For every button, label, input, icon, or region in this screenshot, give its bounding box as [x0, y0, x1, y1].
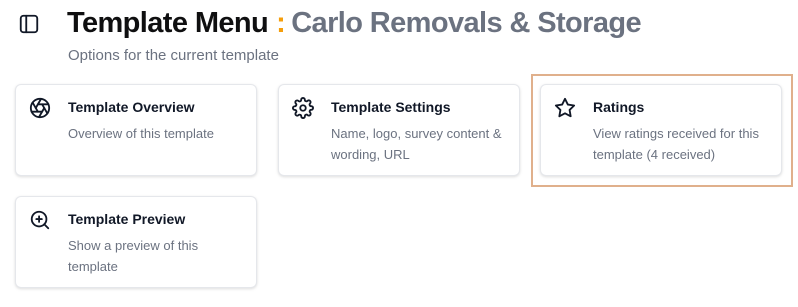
sidebar-toggle-icon[interactable] — [17, 12, 41, 36]
card-description: Overview of this template — [68, 126, 214, 141]
zoom-in-icon — [29, 209, 51, 231]
card-description: View ratings received for this template … — [593, 126, 759, 162]
page-title: Template Menu: Carlo Removals & Storage — [67, 3, 642, 43]
card-title: Template Preview — [68, 211, 186, 227]
card-title: Template Overview — [68, 99, 195, 115]
page-title-separator: : — [276, 7, 286, 39]
card-title: Template Settings — [331, 99, 451, 115]
card-description: Name, logo, survey content & wording, UR… — [331, 126, 502, 162]
template-preview-card[interactable]: Template Preview Show a preview of this … — [15, 196, 257, 288]
page-title-main: Template Menu — [67, 7, 269, 39]
gear-icon — [292, 97, 314, 119]
star-icon — [554, 97, 576, 119]
page-title-template-name: Carlo Removals & Storage — [291, 7, 642, 39]
card-description: Show a preview of this template — [68, 238, 199, 274]
aperture-icon — [29, 97, 51, 119]
template-overview-card[interactable]: Template Overview Overview of this templ… — [15, 84, 257, 176]
ratings-card[interactable]: Ratings View ratings received for this t… — [540, 84, 782, 176]
card-title: Ratings — [593, 99, 645, 115]
template-menu-page: Template Menu: Carlo Removals & Storage O… — [0, 0, 798, 307]
template-settings-card[interactable]: Template Settings Name, logo, survey con… — [278, 84, 520, 176]
page-subtitle: Options for the current template — [68, 47, 279, 64]
